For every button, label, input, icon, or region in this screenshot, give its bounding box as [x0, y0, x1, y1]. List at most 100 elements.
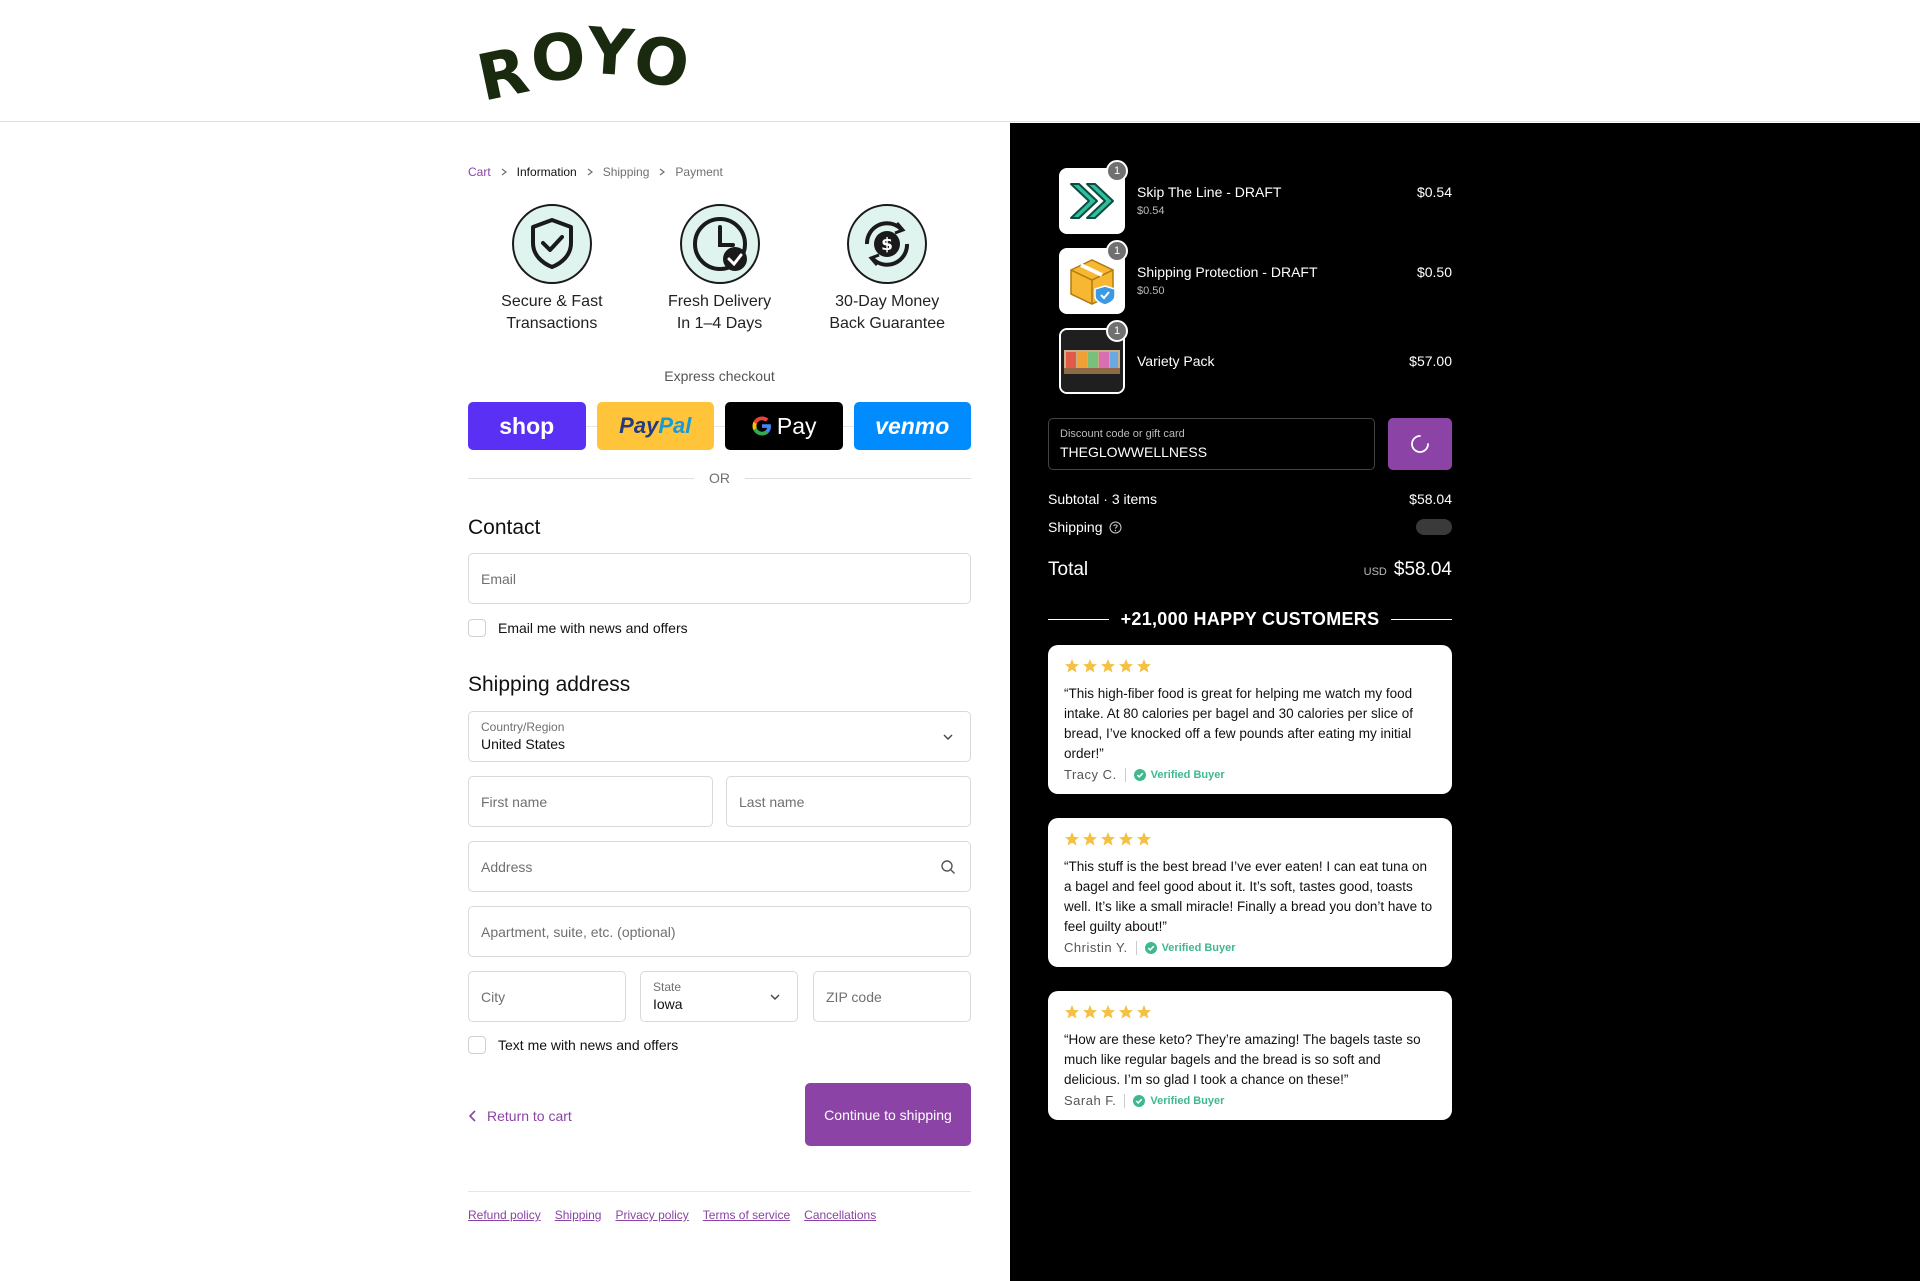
- cancellations-link[interactable]: Cancellations: [804, 1208, 876, 1222]
- line-item: 1 Variety Pack $57.00: [1048, 320, 1452, 394]
- last-name-placeholder: Last name: [739, 793, 805, 810]
- terms-of-service-link[interactable]: Terms of service: [703, 1208, 790, 1222]
- google-g-icon: [752, 416, 771, 436]
- heading-line: [1391, 618, 1452, 620]
- total-label: Total: [1048, 559, 1089, 580]
- help-circle-icon[interactable]: [1109, 521, 1122, 534]
- venmo-button[interactable]: venmo: [853, 402, 971, 450]
- apartment-field[interactable]: Apartment, suite, etc. (optional): [468, 906, 971, 957]
- discount-code-input[interactable]: Discount code or gift card THEGLOWWELLNE…: [1048, 418, 1375, 470]
- return-to-cart-label: Return to cart: [487, 1108, 572, 1124]
- email-field[interactable]: Email: [468, 553, 971, 604]
- badge-secure: Secure & Fast Transactions: [468, 203, 636, 426]
- review-divider: [1124, 767, 1126, 782]
- item-price: $0.54: [1416, 184, 1452, 200]
- star-icon: [1137, 832, 1151, 846]
- review-author: Christin Y.: [1064, 940, 1128, 955]
- shop-pay-button[interactable]: shop: [468, 402, 586, 450]
- refund-policy-link[interactable]: Refund policy: [468, 1208, 541, 1222]
- apply-discount-button[interactable]: [1388, 418, 1452, 470]
- breadcrumb-shipping: Shipping: [602, 165, 650, 179]
- shipping-label-group: Shipping: [1048, 519, 1122, 535]
- review-text: “This high-fiber food is great for helpi…: [1064, 686, 1413, 761]
- item-unit-price: $0.50: [1137, 285, 1165, 297]
- verified-buyer-label: Verified Buyer: [1150, 1094, 1225, 1107]
- country-label: Country/Region: [481, 720, 565, 734]
- shipping-address-title: Shipping address: [468, 673, 631, 696]
- svg-text:R: R: [475, 34, 535, 108]
- item-unit-price: $0.54: [1137, 205, 1165, 217]
- sms-label: Text me with news and offers: [498, 1037, 679, 1053]
- chevron-down-icon: [770, 994, 780, 1000]
- star-icon: [1137, 1005, 1151, 1019]
- review-card: “This stuff is the best bread I’ve ever …: [1048, 818, 1452, 967]
- country-select[interactable]: Country/Region United States: [468, 711, 971, 762]
- total-currency: USD: [1363, 566, 1387, 578]
- total-value-group: USD $58.04: [1364, 559, 1452, 581]
- check-circle-icon: [1144, 941, 1157, 954]
- city-field[interactable]: City: [468, 971, 626, 1022]
- privacy-policy-link[interactable]: Privacy policy: [615, 1208, 688, 1222]
- divider-line: [468, 477, 694, 479]
- express-checkout-buttons: shop Pay Pal Pay venmo: [468, 402, 971, 450]
- sms-checkbox[interactable]: [468, 1036, 486, 1054]
- line-item: 1 Skip The Line - DRAFT $0.54 $0.54: [1048, 160, 1452, 234]
- trust-badges: Secure & Fast Transactions Fresh Deliver…: [468, 203, 971, 427]
- verified-buyer-label: Verified Buyer: [1161, 941, 1236, 954]
- star-icon: [1083, 659, 1097, 673]
- shop-pay-label: shop: [499, 412, 555, 439]
- paypal-button[interactable]: Pay Pal: [596, 402, 714, 450]
- star-icon: [1065, 832, 1079, 846]
- quantity-badge: 1: [1106, 160, 1128, 182]
- or-text: OR: [709, 470, 730, 486]
- star-icon: [1119, 832, 1133, 846]
- star-icon: [1083, 1005, 1097, 1019]
- verified-buyer-badge: Verified Buyer: [1133, 1094, 1225, 1107]
- royo-logo[interactable]: R O Y O: [475, 18, 705, 108]
- address-field[interactable]: Address: [468, 841, 971, 892]
- shipping-policy-link[interactable]: Shipping: [555, 1208, 602, 1222]
- item-price: $57.00: [1409, 353, 1452, 369]
- badge-delivery-line2: In 1–4 Days: [676, 315, 763, 332]
- line-item: 1 Shipping Protection - DRAFT $0.50 $0.5…: [1048, 240, 1452, 314]
- country-value: United States: [481, 736, 566, 752]
- breadcrumb: Cart Information Shipping Payment: [468, 162, 971, 182]
- subtotal-label: Subtotal · 3 items: [1048, 491, 1157, 507]
- review-divider: [1135, 940, 1137, 955]
- star-icon: [1065, 1005, 1079, 1019]
- paypal-label-pal: Pal: [658, 413, 692, 438]
- verified-buyer-badge: Verified Buyer: [1133, 768, 1225, 781]
- email-newsletter-checkbox-row[interactable]: Email me with news and offers: [468, 619, 688, 637]
- return-to-cart-link[interactable]: Return to cart: [468, 1108, 572, 1124]
- badge-secure-line1: Secure & Fast: [501, 293, 603, 310]
- badge-guarantee: $ 30-Day Money Back Guarantee: [803, 203, 971, 426]
- discount-value: THEGLOWWELLNESS: [1060, 444, 1208, 460]
- state-select[interactable]: State Iowa: [640, 971, 798, 1022]
- zip-field[interactable]: ZIP code: [813, 971, 971, 1022]
- first-name-field[interactable]: First name: [468, 776, 713, 827]
- last-name-field[interactable]: Last name: [726, 776, 971, 827]
- review-footer: Tracy C. Verified Buyer: [1064, 767, 1436, 782]
- continue-to-shipping-button[interactable]: Continue to shipping: [805, 1083, 971, 1146]
- order-summary-column: 1 Skip The Line - DRAFT $0.54 $0.54 1 Sh…: [1010, 123, 1920, 1281]
- happy-customers-heading: +21,000 HAPPY CUSTOMERS: [1048, 608, 1452, 630]
- sms-checkbox-row[interactable]: Text me with news and offers: [468, 1036, 678, 1054]
- money-back-icon: $: [847, 204, 928, 284]
- review-author: Tracy C.: [1064, 767, 1117, 782]
- review-text: “How are these keto? They’re amazing! Th…: [1064, 1032, 1421, 1087]
- google-pay-button[interactable]: Pay: [725, 402, 843, 450]
- shipping-row: Shipping: [1048, 519, 1452, 535]
- star-icon: [1101, 1005, 1115, 1019]
- discount-label: Discount code or gift card: [1060, 428, 1185, 440]
- email-placeholder: Email: [481, 570, 517, 587]
- star-icon: [1101, 832, 1115, 846]
- email-newsletter-checkbox[interactable]: [468, 619, 486, 637]
- breadcrumb-cart[interactable]: Cart: [468, 165, 491, 179]
- item-price: $0.50: [1416, 264, 1452, 280]
- chevron-left-icon: [468, 1110, 476, 1122]
- search-icon: [941, 859, 955, 874]
- svg-text:O: O: [628, 22, 694, 104]
- star-icon: [1083, 832, 1097, 846]
- shipping-label: Shipping: [1048, 519, 1103, 535]
- checkout-form-column: Cart Information Shipping Payment Secure…: [0, 123, 1009, 1281]
